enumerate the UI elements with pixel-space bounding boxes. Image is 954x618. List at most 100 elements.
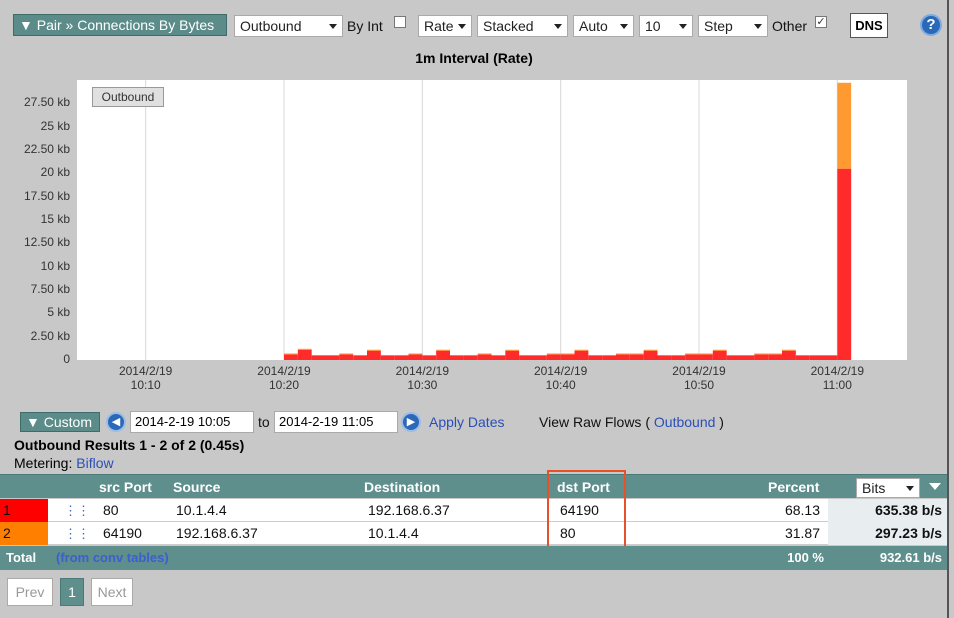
bar-series-1 — [795, 355, 810, 360]
next-button[interactable]: Next — [91, 578, 133, 606]
y-tick-label: 17.50 kb — [23, 188, 70, 203]
bar-series-1 — [422, 355, 437, 360]
y-tick-label: 25 kb — [40, 118, 70, 133]
date-from-input[interactable]: 2014-2-19 10:05 — [130, 411, 254, 433]
bar-series-1 — [367, 350, 381, 360]
direction-select[interactable]: Outbound — [234, 15, 343, 37]
x-tick-time: 10:10 — [130, 378, 161, 392]
bar-series-2 — [560, 353, 575, 355]
bar-series-2 — [837, 82, 852, 169]
direction-select-value: Outbound — [240, 18, 302, 34]
bar-series-1 — [768, 354, 782, 360]
chart-legend-outbound: Outbound — [92, 87, 164, 107]
x-tick-time: 10:50 — [683, 378, 715, 392]
bar-series-1 — [311, 355, 326, 360]
y-tick-label: 27.50 kb — [23, 95, 70, 110]
top-n-select-value: 10 — [645, 18, 661, 34]
bar-series-1 — [823, 355, 838, 360]
flow-icon[interactable]: ⋮⋮ — [64, 522, 90, 545]
metering-link[interactable]: Biflow — [76, 455, 113, 471]
row-source-link[interactable]: 10.1.4.4 — [176, 499, 227, 522]
table-row[interactable]: 1 ⋮⋮ 80 10.1.4.4 192.168.6.37 64190 68.1… — [0, 499, 948, 522]
y-tick-label: 12.50 kb — [23, 235, 70, 250]
x-tick-time: 10:20 — [268, 378, 300, 392]
prev-button[interactable]: Prev — [7, 578, 53, 606]
bar-series-1 — [657, 355, 672, 360]
custom-range-button[interactable]: ▼ Custom — [20, 412, 100, 432]
row-src-port: 80 — [103, 502, 119, 518]
date-to-input[interactable]: 2014-2-19 11:05 — [274, 411, 398, 433]
x-tick-date: 2014/2/19 — [533, 364, 588, 378]
by-int-label: By Int — [347, 18, 383, 34]
chevron-down-icon — [620, 24, 628, 29]
style-select[interactable]: Step — [698, 15, 768, 37]
x-tick-label: 2014/2/19 10:30 — [382, 364, 462, 392]
row-rate: 297.23 b/s — [875, 525, 942, 541]
arrow-right-icon[interactable]: ▶ — [401, 412, 421, 432]
other-checkbox[interactable]: ✓ — [815, 16, 827, 28]
page-1-button[interactable]: 1 — [60, 578, 84, 606]
x-tick-date: 2014/2/19 — [118, 364, 173, 378]
row-rank: 1 — [3, 502, 11, 518]
bar-series-2 — [505, 349, 520, 351]
mode-select[interactable]: Stacked — [477, 15, 568, 37]
bar-series-1 — [837, 168, 852, 360]
x-tick-label: 2014/2/19 10:50 — [659, 364, 739, 392]
help-icon[interactable]: ? — [920, 14, 942, 36]
raw-flows-outbound-link[interactable]: Outbound — [654, 414, 716, 430]
chevron-down-icon — [554, 24, 562, 29]
report-selector-button[interactable]: ▼ Pair » Connections By Bytes — [13, 14, 227, 36]
x-tick-date: 2014/2/19 — [395, 364, 450, 378]
metric-select-value: Rate — [424, 18, 454, 34]
row-destination-link[interactable]: 192.168.6.37 — [368, 499, 450, 522]
bar-series-1 — [712, 350, 727, 360]
y-tick-label: 5 kb — [47, 305, 70, 320]
y-tick-label: 0 — [63, 352, 70, 366]
bar-series-1 — [408, 354, 423, 360]
flow-icon[interactable]: ⋮⋮ — [64, 499, 90, 522]
header-src-port[interactable]: src Port — [99, 475, 152, 499]
other-label: Other — [772, 18, 808, 34]
chevron-down-icon — [458, 24, 466, 29]
raw-flows: View Raw Flows ( Outbound ) — [539, 411, 724, 433]
chevron-down-icon — [679, 24, 687, 29]
apply-dates-link[interactable]: Apply Dates — [429, 411, 504, 433]
bar-series-2 — [754, 353, 769, 355]
bar-series-1 — [463, 355, 478, 360]
bar-series-1 — [685, 354, 699, 360]
column-menu-icon[interactable] — [929, 483, 941, 490]
y-tick-label: 20 kb — [40, 165, 70, 180]
bar-series-2 — [699, 353, 713, 355]
chart-svg — [145, 80, 852, 360]
by-int-checkbox[interactable] — [394, 16, 406, 28]
header-destination[interactable]: Destination — [364, 475, 440, 499]
row-source-link[interactable]: 192.168.6.37 — [176, 522, 258, 545]
top-n-select[interactable]: 10 — [639, 15, 693, 37]
raw-flows-suffix: ) — [719, 414, 724, 430]
metering: Metering: Biflow — [14, 455, 114, 471]
row-rank: 2 — [3, 525, 11, 541]
scale-select[interactable]: Auto — [573, 15, 634, 37]
total-percent: 100 % — [787, 550, 824, 565]
dns-button[interactable]: DNS — [850, 13, 888, 38]
bar-series-2 — [685, 353, 699, 355]
arrow-left-icon[interactable]: ◀ — [106, 412, 126, 432]
row-rate: 635.38 b/s — [875, 502, 942, 518]
header-percent[interactable]: Percent — [768, 475, 819, 499]
bar-series-1 — [602, 355, 616, 360]
bar-series-1 — [284, 354, 298, 360]
bar-series-1 — [574, 350, 589, 360]
header-source[interactable]: Source — [173, 475, 220, 499]
row-destination-link[interactable]: 10.1.4.4 — [368, 522, 419, 545]
bar-series-1 — [809, 355, 824, 360]
bar-series-1 — [643, 350, 658, 360]
bar-series-2 — [782, 349, 796, 351]
bar-series-1 — [560, 354, 575, 360]
unit-select[interactable]: Bits — [856, 478, 920, 498]
chevron-down-icon — [754, 24, 762, 29]
metric-select[interactable]: Rate — [418, 15, 472, 37]
x-tick-date: 2014/2/19 — [810, 364, 865, 378]
x-tick-time: 10:40 — [545, 378, 576, 392]
table-row[interactable]: 2 ⋮⋮ 64190 192.168.6.37 10.1.4.4 80 31.8… — [0, 522, 948, 545]
bar-series-1 — [616, 354, 630, 360]
